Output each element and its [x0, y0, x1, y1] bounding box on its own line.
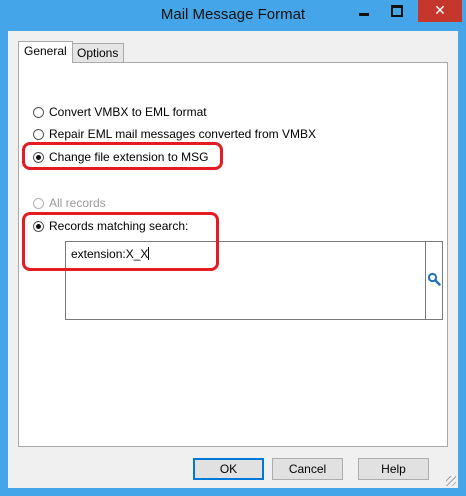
tab-general[interactable]: General: [18, 41, 73, 63]
maximize-button[interactable]: [382, 0, 412, 22]
radio-button: [33, 197, 44, 209]
maximize-icon: [391, 5, 403, 17]
minimize-button[interactable]: [349, 0, 379, 22]
close-button[interactable]: ✕: [418, 0, 462, 22]
radio-repair-eml[interactable]: Repair EML mail messages converted from …: [33, 126, 316, 142]
annotation-highlight: [22, 212, 219, 271]
tab-options[interactable]: Options: [71, 43, 125, 63]
close-icon: ✕: [434, 3, 446, 19]
dialog-window: Mail Message Format ✕ General Options Co…: [0, 0, 466, 496]
radio-all-records: All records: [33, 195, 106, 211]
radio-label: Convert VMBX to EML format: [49, 105, 207, 119]
radio-convert-vmbx-to-eml[interactable]: Convert VMBX to EML format: [33, 104, 207, 120]
general-tab-panel: Convert VMBX to EML format Repair EML ma…: [18, 62, 448, 447]
dialog-client-area: General Options Convert VMBX to EML form…: [8, 31, 458, 488]
radio-button[interactable]: [33, 128, 44, 140]
ok-button[interactable]: OK: [193, 458, 264, 480]
cancel-button[interactable]: Cancel: [272, 458, 343, 480]
title-bar[interactable]: Mail Message Format ✕: [0, 0, 466, 32]
radio-label: All records: [49, 196, 106, 210]
search-icon[interactable]: [427, 272, 441, 286]
radio-label: Repair EML mail messages converted from …: [49, 127, 316, 141]
minimize-icon: [359, 12, 369, 16]
annotation-highlight: [22, 142, 223, 170]
help-button[interactable]: Help: [358, 458, 429, 480]
resize-grip-icon[interactable]: [446, 476, 456, 486]
radio-button[interactable]: [33, 106, 44, 118]
